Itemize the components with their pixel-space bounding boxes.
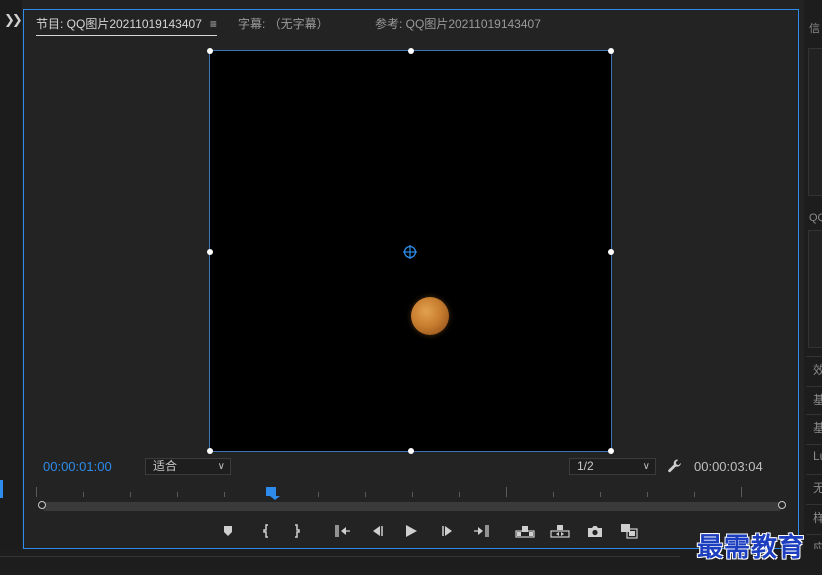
playback-resolution-value: 1/2 [577, 459, 594, 473]
transport-controls [24, 520, 798, 542]
transform-handle-top-right[interactable] [608, 48, 614, 54]
right-panel-row[interactable]: 基 [806, 386, 822, 409]
tab-captions[interactable]: 字幕: （无字幕） [238, 15, 329, 32]
expand-panels-icon[interactable]: ❯❯ [4, 12, 23, 28]
tab-reference-label: 参考: QQ图片20211019143407 [375, 17, 541, 31]
step-forward-icon [442, 526, 452, 536]
right-panel-row-label: 基 [813, 421, 822, 435]
right-panel-row-label: Lu [813, 449, 822, 463]
right-panel-row[interactable]: 样 [806, 504, 822, 527]
zoom-level-select[interactable]: 适合 ∨ [145, 458, 231, 475]
wrench-icon[interactable] [667, 458, 683, 474]
ruler-tick [553, 492, 554, 497]
ruler-tick [600, 492, 601, 497]
program-monitor-panel: 节目: QQ图片20211019143407 ≡ 字幕: （无字幕） 参考: QQ… [23, 9, 799, 549]
go-to-in-button[interactable] [332, 520, 354, 542]
left-panel-indicator [0, 480, 3, 498]
ruler-tick [412, 492, 413, 497]
playhead[interactable] [266, 487, 280, 500]
tab-reference[interactable]: 参考: QQ图片20211019143407 [375, 15, 541, 32]
scrollbar-handle-right[interactable] [778, 501, 786, 509]
comparison-view-icon [621, 524, 638, 539]
right-panel-row[interactable]: Lu [806, 444, 822, 467]
go-to-out-icon [474, 525, 489, 537]
extract-button[interactable] [549, 520, 571, 542]
tab-program-label: 节目: QQ图片20211019143407 [36, 17, 202, 31]
transform-handle-right[interactable] [608, 249, 614, 255]
play-icon [406, 525, 417, 537]
tab-program[interactable]: 节目: QQ图片20211019143407 ≡ [36, 15, 217, 36]
ruler-tick [177, 492, 178, 497]
right-panel-row[interactable]: 基 [806, 414, 822, 437]
step-forward-button[interactable] [437, 520, 459, 542]
scrollbar-handle-left[interactable] [38, 501, 46, 509]
add-marker-button[interactable] [217, 520, 239, 542]
zoom-scrollbar[interactable] [38, 501, 786, 511]
zoom-level-value: 适合 [153, 459, 178, 473]
monitor-controls-row: 00:00:01:00 适合 ∨ 1/2 ∨ 00:00:03:04 [24, 458, 798, 478]
ruler-tick [741, 487, 742, 497]
right-panel-row-label: 效 [813, 363, 822, 377]
transform-handle-left[interactable] [207, 249, 213, 255]
ruler-tick [318, 492, 319, 497]
lift-icon [515, 526, 535, 538]
right-panel-label: 信 [809, 23, 820, 35]
step-back-button[interactable] [366, 520, 388, 542]
moon-image [411, 297, 449, 335]
transform-handle-bottom-right[interactable] [608, 448, 614, 454]
transform-handle-top-left[interactable] [207, 48, 213, 54]
transform-handle-top[interactable] [408, 48, 414, 54]
mark-out-button[interactable] [286, 520, 308, 542]
right-panel-row-label: 无 [813, 481, 822, 495]
current-timecode[interactable]: 00:00:01:00 [43, 459, 112, 474]
transform-handle-bottom[interactable] [408, 448, 414, 454]
panel-tabs: 节目: QQ图片20211019143407 ≡ 字幕: （无字幕） 参考: QQ… [24, 10, 798, 36]
right-panel-row-label: 样 [813, 511, 822, 525]
playback-resolution-select[interactable]: 1/2 ∨ [569, 458, 656, 475]
mark-in-button[interactable] [255, 520, 277, 542]
go-to-in-icon [335, 525, 350, 537]
camera-icon [588, 526, 602, 537]
transform-handle-bottom-left[interactable] [207, 448, 213, 454]
right-panel-box [808, 230, 822, 348]
ruler-tick [365, 492, 366, 497]
extract-icon [550, 525, 570, 538]
ruler-tick [647, 492, 648, 497]
step-back-icon [373, 526, 383, 536]
anchor-point-icon[interactable] [403, 245, 417, 259]
ruler-tick [36, 487, 37, 497]
right-panel-label: QQ [809, 212, 822, 224]
right-panel-row[interactable]: 效 [806, 356, 822, 379]
time-ruler[interactable] [36, 487, 786, 497]
ruler-tick [83, 492, 84, 497]
export-frame-button[interactable] [584, 520, 606, 542]
hamburger-menu-icon[interactable]: ≡ [210, 17, 217, 31]
tab-captions-label: 字幕: （无字幕） [238, 17, 329, 31]
right-panel-row[interactable]: 无 [806, 474, 822, 497]
ruler-tick [459, 492, 460, 497]
watermark-text: 最需教育 [697, 533, 806, 563]
chevron-down-icon: ∨ [642, 461, 650, 472]
chevron-down-icon: ∨ [217, 461, 225, 472]
program-video-frame[interactable] [207, 48, 614, 454]
ruler-tick [506, 487, 507, 497]
ruler-tick [224, 492, 225, 497]
right-panel-box [808, 48, 822, 196]
right-panel-row-label: 基 [813, 393, 822, 407]
left-panel-strip: ❯❯ [0, 0, 23, 575]
lift-button[interactable] [514, 520, 536, 542]
comparison-view-button[interactable] [618, 520, 640, 542]
ruler-tick [130, 492, 131, 497]
ruler-tick [694, 492, 695, 497]
bottom-divider [0, 556, 680, 557]
duration-timecode: 00:00:03:04 [694, 459, 763, 474]
go-to-out-button[interactable] [470, 520, 492, 542]
mark-out-icon [295, 524, 300, 538]
mark-in-icon [263, 524, 268, 538]
marker-icon [224, 526, 232, 536]
play-button[interactable] [400, 520, 422, 542]
